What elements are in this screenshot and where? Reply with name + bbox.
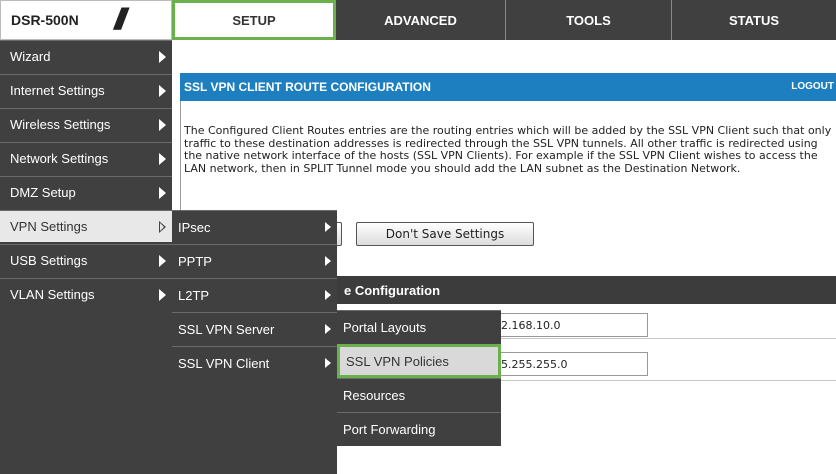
description-text: The Configured Client Routes entries are… [184,124,832,175]
vpn-settings-menu: IPsec PPTP L2TP SSL VPN Server SSL VPN C… [172,210,337,474]
menu-item-label: SSL VPN Server [178,322,275,337]
menu-item-ssl-vpn-policies[interactable]: SSL VPN Policies [337,344,501,378]
model-name: DSR-500N [11,12,79,28]
tab-advanced[interactable]: ADVANCED [336,0,506,40]
menu-item-ssl-vpn-server[interactable]: SSL VPN Server [172,312,337,346]
subnet-mask-field[interactable]: 5.255.255.0 [496,352,648,376]
chevron-right-icon [325,358,331,368]
sidebar-item-dmz-setup[interactable]: DMZ Setup [0,176,172,208]
menu-item-label: SSL VPN Client [178,356,270,371]
chevron-right-icon [325,222,331,232]
destination-network-field[interactable]: 2.168.10.0 [496,313,648,337]
sidebar-item-label: DMZ Setup [10,185,76,200]
menu-item-label: IPsec [178,220,211,235]
tab-setup[interactable]: SETUP [172,0,336,40]
menu-item-label: Portal Layouts [343,320,427,335]
menu-item-pptp[interactable]: PPTP [172,244,337,278]
sidebar-item-wizard[interactable]: Wizard [0,40,172,72]
main-tabs: SETUP ADVANCED TOOLS STATUS [172,0,836,40]
tab-tools[interactable]: TOOLS [506,0,672,40]
tab-status[interactable]: STATUS [672,0,836,40]
menu-item-l2tp[interactable]: L2TP [172,278,337,312]
sidebar-item-label: USB Settings [10,253,88,268]
menu-item-port-forwarding[interactable]: Port Forwarding [337,412,501,446]
chevron-right-icon [325,324,331,334]
menu-item-ipsec[interactable]: IPsec [172,210,337,244]
menu-item-label: PPTP [178,254,212,269]
chevron-right-icon [159,85,166,97]
logo-slash-icon: /// [114,3,127,36]
sidebar-item-label: VPN Settings [10,219,88,234]
section-title: e Configuration [344,283,441,298]
sidebar-item-vpn-settings[interactable]: VPN Settings [0,210,172,242]
chevron-right-icon [325,256,331,266]
menu-item-label: Port Forwarding [343,422,436,437]
brand-logo: DSR-500N /// [0,0,172,40]
dont-save-settings-button[interactable]: Don't Save Settings [356,222,534,246]
chevron-right-icon [159,51,166,63]
sidebar: Wizard Internet Settings Wireless Settin… [0,40,172,474]
chevron-right-icon [159,187,166,199]
sidebar-item-label: Network Settings [10,151,109,166]
menu-item-resources[interactable]: Resources [337,378,501,412]
menu-item-label: Resources [343,388,406,403]
sidebar-item-usb-settings[interactable]: USB Settings [0,244,172,276]
ssl-vpn-client-menu: Portal Layouts SSL VPN Policies Resource… [337,310,501,446]
sidebar-item-label: Wireless Settings [10,117,111,132]
chevron-right-icon [159,289,166,301]
sidebar-item-wireless-settings[interactable]: Wireless Settings [0,108,172,140]
menu-item-label: L2TP [178,288,210,303]
sidebar-item-label: Internet Settings [10,83,105,98]
sidebar-item-vlan-settings[interactable]: VLAN Settings [0,278,172,310]
chevron-right-icon [159,221,166,233]
chevron-right-icon [159,119,166,131]
panel-header: SSL VPN CLIENT ROUTE CONFIGURATION LOGOU… [180,73,836,101]
sidebar-item-label: Wizard [10,49,51,64]
menu-item-ssl-vpn-client[interactable]: SSL VPN Client [172,346,337,380]
menu-item-label: SSL VPN Policies [346,353,449,369]
chevron-right-icon [159,255,166,267]
chevron-right-icon [325,290,331,300]
page-title: SSL VPN CLIENT ROUTE CONFIGURATION [184,80,431,94]
sidebar-item-label: VLAN Settings [10,287,95,302]
sidebar-item-network-settings[interactable]: Network Settings [0,142,172,174]
logout-link[interactable]: LOGOUT [791,81,834,92]
sidebar-item-internet-settings[interactable]: Internet Settings [0,74,172,106]
chevron-right-icon [159,153,166,165]
top-bar: DSR-500N /// SETUP ADVANCED TOOLS STATUS [0,0,836,40]
menu-item-portal-layouts[interactable]: Portal Layouts [337,310,501,344]
